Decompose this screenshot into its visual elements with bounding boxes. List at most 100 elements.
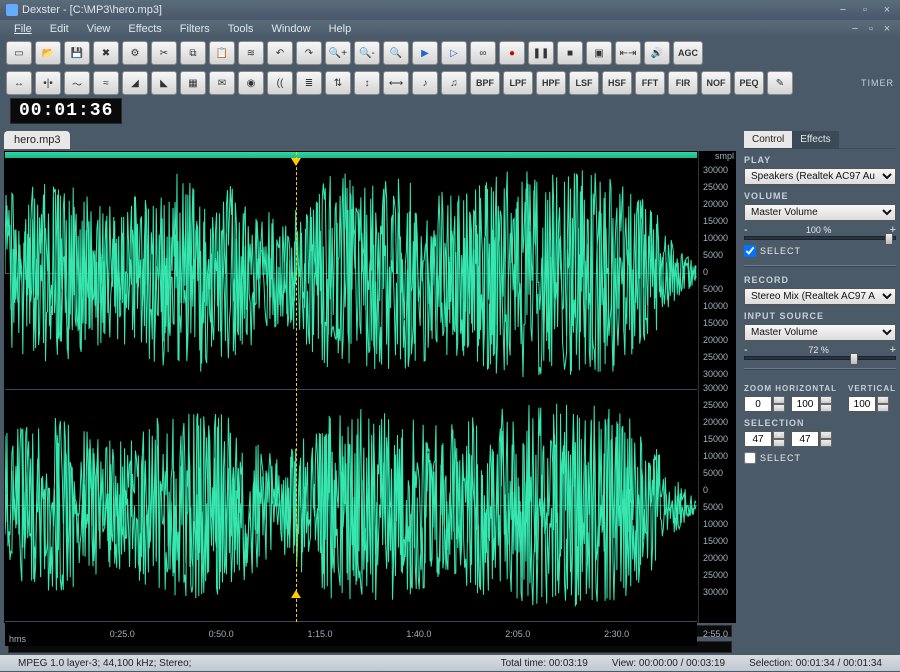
stop-button[interactable]: ■ xyxy=(557,41,583,65)
zoom-in-button[interactable]: 🔍+ xyxy=(325,41,351,65)
reverb-button[interactable]: ◉ xyxy=(238,71,264,95)
zoom-h-max-down[interactable]: ▼ xyxy=(820,404,832,412)
minimize-button[interactable]: − xyxy=(836,4,850,16)
convert-button[interactable]: ≋ xyxy=(238,41,264,65)
zoom-h-max-input[interactable] xyxy=(791,396,819,412)
select-play-checkbox[interactable] xyxy=(744,245,756,257)
loop-button[interactable]: ∞ xyxy=(470,41,496,65)
menu-file[interactable]: File xyxy=(6,21,40,37)
menu-effects[interactable]: Effects xyxy=(120,21,169,37)
compress-button[interactable]: •|• xyxy=(35,71,61,95)
paste-button[interactable]: 📋 xyxy=(209,41,235,65)
hpf-button[interactable]: HPF xyxy=(536,71,566,95)
zoom-h-min-down[interactable]: ▼ xyxy=(773,404,785,412)
zoom-v-down[interactable]: ▼ xyxy=(877,404,889,412)
record-device-select[interactable]: Stereo Mix (Realtek AC97 A xyxy=(744,288,896,305)
input-slider[interactable] xyxy=(744,356,896,360)
fade-in-button[interactable]: ◢ xyxy=(122,71,148,95)
zoom-h-max-up[interactable]: ▲ xyxy=(820,396,832,404)
waveform-left-channel[interactable] xyxy=(5,158,697,390)
menu-tools[interactable]: Tools xyxy=(220,21,262,37)
sel-to-down[interactable]: ▼ xyxy=(820,439,832,447)
wave-red-button[interactable]: ～ xyxy=(64,71,90,95)
envelope-button[interactable]: ✉ xyxy=(209,71,235,95)
copy-button[interactable]: ⧉ xyxy=(180,41,206,65)
selection-to-input[interactable] xyxy=(791,431,819,447)
fft-button[interactable]: FFT xyxy=(635,71,665,95)
input-minus[interactable]: - xyxy=(744,344,748,356)
pencil-button[interactable]: ✎ xyxy=(767,71,793,95)
child-minimize-button[interactable]: − xyxy=(848,23,862,35)
zoom-out-button[interactable]: 🔍- xyxy=(354,41,380,65)
open-button[interactable]: 📂 xyxy=(35,41,61,65)
child-close-button[interactable]: × xyxy=(880,23,894,35)
sel-from-down[interactable]: ▼ xyxy=(773,439,785,447)
panel-tab-control[interactable]: Control xyxy=(744,131,792,148)
normalize-button[interactable]: ♪ xyxy=(412,71,438,95)
chorus-button[interactable]: ≣ xyxy=(296,71,322,95)
save-button[interactable]: 💾 xyxy=(64,41,90,65)
peq-button[interactable]: PEQ xyxy=(734,71,764,95)
menu-filters[interactable]: Filters xyxy=(172,21,218,37)
fade-out-button[interactable]: ◣ xyxy=(151,71,177,95)
record-button[interactable]: ● xyxy=(499,41,525,65)
pitch-button[interactable]: ↕ xyxy=(354,71,380,95)
menu-window[interactable]: Window xyxy=(263,21,318,37)
play-button[interactable]: ▶ xyxy=(412,41,438,65)
input-plus[interactable]: + xyxy=(890,344,896,356)
flanger-button[interactable]: ⇅ xyxy=(325,71,351,95)
input-source-select[interactable]: Master Volume xyxy=(744,324,896,341)
nof-button[interactable]: NOF xyxy=(701,71,731,95)
menu-view[interactable]: View xyxy=(79,21,119,37)
delete-button[interactable]: ✖ xyxy=(93,41,119,65)
menu-edit[interactable]: Edit xyxy=(42,21,77,37)
music-button[interactable]: ♫ xyxy=(441,71,467,95)
sel-from-up[interactable]: ▲ xyxy=(773,431,785,439)
undo-button[interactable]: ↶ xyxy=(267,41,293,65)
volume-slider[interactable] xyxy=(744,236,896,240)
gear-button[interactable]: ⚙ xyxy=(122,41,148,65)
lsf-button[interactable]: LSF xyxy=(569,71,599,95)
echo-button[interactable]: (( xyxy=(267,71,293,95)
pause-button[interactable]: ❚❚ xyxy=(528,41,554,65)
zoom-h-min-up[interactable]: ▲ xyxy=(773,396,785,404)
play-device-select[interactable]: Speakers (Realtek AC97 Au xyxy=(744,168,896,185)
select-trim-button[interactable]: 🔊 xyxy=(644,41,670,65)
bpf-button[interactable]: BPF xyxy=(470,71,500,95)
fir-button[interactable]: FIR xyxy=(668,71,698,95)
panel-tab-effects[interactable]: Effects xyxy=(792,131,838,148)
playhead[interactable] xyxy=(296,152,297,622)
play-loop-button[interactable]: ▷ xyxy=(441,41,467,65)
selection-from-input[interactable] xyxy=(744,431,772,447)
menubar: File Edit View Effects Filters Tools Win… xyxy=(0,20,900,38)
file-tab[interactable]: hero.mp3 xyxy=(4,131,70,149)
select-all-button[interactable]: ⇤⇥ xyxy=(615,41,641,65)
new-button[interactable]: ▭ xyxy=(6,41,32,65)
waveform-view[interactable]: hms0:25.00:50.01:15.01:40.02:05.02:30.02… xyxy=(4,151,698,623)
cut-button[interactable]: ✂ xyxy=(151,41,177,65)
close-button[interactable]: × xyxy=(880,4,894,16)
waveform-right-channel[interactable] xyxy=(5,390,697,622)
maximize-button[interactable]: ▫ xyxy=(858,4,872,16)
volume-minus[interactable]: - xyxy=(744,224,748,236)
record-icon: ● xyxy=(509,48,515,59)
redo-button[interactable]: ↷ xyxy=(296,41,322,65)
zoom-v-up[interactable]: ▲ xyxy=(877,396,889,404)
equalizer-button[interactable]: ▦ xyxy=(180,71,206,95)
agc-button[interactable]: AGC xyxy=(673,41,703,65)
zoom-v-input[interactable] xyxy=(848,396,876,412)
stretch-button[interactable]: ⟷ xyxy=(383,71,409,95)
zoom-h-min-input[interactable] xyxy=(744,396,772,412)
volume-select[interactable]: Master Volume xyxy=(744,204,896,221)
time-ruler[interactable]: hms0:25.00:50.01:15.01:40.02:05.02:30.02… xyxy=(5,622,697,646)
stop-end-button[interactable]: ▣ xyxy=(586,41,612,65)
child-restore-button[interactable]: ▫ xyxy=(864,23,878,35)
hsf-button[interactable]: HSF xyxy=(602,71,632,95)
zoom-fit-button[interactable]: 🔍 xyxy=(383,41,409,65)
lpf-button[interactable]: LPF xyxy=(503,71,533,95)
sel-to-up[interactable]: ▲ xyxy=(820,431,832,439)
menu-help[interactable]: Help xyxy=(321,21,360,37)
wave-blue-button[interactable]: ≈ xyxy=(93,71,119,95)
select-sel-checkbox[interactable] xyxy=(744,452,756,464)
expand-button[interactable]: ↔ xyxy=(6,71,32,95)
